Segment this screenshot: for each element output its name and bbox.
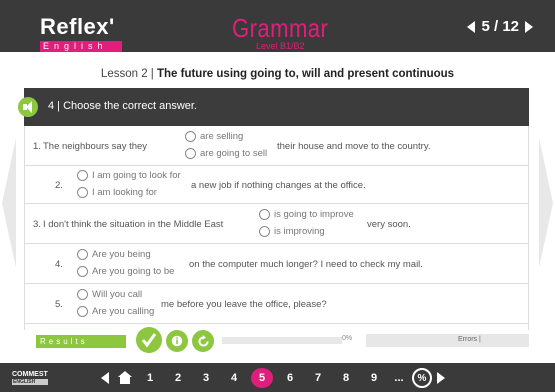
- section-title: Grammar: [232, 13, 329, 43]
- question-text-after: a new job if nothing changes at the offi…: [191, 180, 366, 191]
- page-button-active[interactable]: 5: [251, 368, 273, 388]
- check-icon: [141, 333, 157, 348]
- page-button[interactable]: 3: [192, 372, 220, 384]
- option-label: Will you call: [92, 289, 143, 300]
- results-label: Results: [36, 335, 126, 348]
- option-label: is going to improve: [274, 209, 354, 220]
- progress-bar: [222, 337, 342, 344]
- question-text-after: their house and move to the country.: [277, 141, 431, 152]
- left-arrow-icon: [101, 372, 109, 384]
- info-icon: [171, 335, 183, 347]
- progress-percent: 0%: [342, 335, 353, 342]
- question-number: 4.: [55, 259, 63, 270]
- answer-option[interactable]: Are you being: [77, 249, 151, 260]
- question-row: 2. I am going to look for I am looking f…: [25, 166, 528, 204]
- lesson-prefix: Lesson 2 |: [100, 68, 157, 80]
- percent-icon[interactable]: %: [412, 368, 432, 388]
- answer-option[interactable]: Will you call: [77, 289, 142, 300]
- radio-button[interactable]: [77, 249, 88, 260]
- option-label: Are you being: [92, 249, 151, 260]
- more-pages[interactable]: ...: [388, 372, 410, 384]
- option-label: are selling: [200, 131, 244, 142]
- errors-box: [366, 334, 529, 347]
- previous-exercise-arrow-icon[interactable]: [2, 138, 16, 268]
- previous-page-arrow-icon[interactable]: [467, 20, 476, 33]
- question-number: 2.: [55, 180, 63, 191]
- refresh-icon: [197, 334, 209, 347]
- app-logo-subtitle: English: [40, 41, 122, 52]
- footer-logo-bottom: ENGLISH: [12, 379, 48, 385]
- answer-option[interactable]: Are you calling: [77, 306, 154, 317]
- option-label: Are you calling: [92, 306, 155, 317]
- radio-button[interactable]: [77, 306, 88, 317]
- option-label: are going to sell: [200, 148, 268, 159]
- question-number: 1.: [33, 141, 41, 152]
- page-button[interactable]: 2: [164, 372, 192, 384]
- answer-option[interactable]: Are you going to be: [77, 266, 174, 277]
- exercise-panel: 4 | Choose the correct answer. 1. The ne…: [18, 88, 529, 330]
- option-label: I am looking for: [92, 187, 157, 198]
- radio-button[interactable]: [185, 148, 196, 159]
- radio-button[interactable]: [185, 131, 196, 142]
- radio-button[interactable]: [77, 289, 88, 300]
- home-icon[interactable]: [114, 368, 136, 388]
- answer-option[interactable]: are selling: [185, 131, 243, 142]
- next-page-arrow-icon[interactable]: [525, 20, 533, 33]
- option-label: I am going to look for: [92, 170, 181, 181]
- page-counter: 5 / 12: [481, 18, 519, 35]
- radio-button[interactable]: [77, 187, 88, 198]
- exercise-header: 4 | Choose the correct answer.: [18, 88, 529, 126]
- page-button[interactable]: 4: [220, 372, 248, 384]
- question-row: 4. Are you being Are you going to be on …: [25, 244, 528, 284]
- level-label: Level B1/B2: [256, 41, 305, 51]
- exercise-instruction: 4 | Choose the correct answer.: [48, 100, 197, 112]
- question-row: 5. Will you call Are you calling me befo…: [25, 284, 528, 324]
- header-bar: Reflex' English Grammar Level B1/B2 5 / …: [0, 0, 555, 52]
- next-exercise-arrow-icon[interactable]: [539, 138, 553, 268]
- page-button[interactable]: 7: [304, 372, 332, 384]
- exercise-pagination: 1 2 3 4 5 6 7 8 9 ... %: [96, 368, 450, 388]
- nav-previous-button[interactable]: [96, 372, 114, 384]
- speaker-icon[interactable]: [18, 97, 38, 117]
- nav-next-button[interactable]: [432, 372, 450, 384]
- answer-option[interactable]: is going to improve: [259, 209, 354, 220]
- right-arrow-icon: [437, 372, 445, 384]
- question-text-after: me before you leave the office, please?: [161, 299, 327, 310]
- radio-button[interactable]: [77, 170, 88, 181]
- radio-button[interactable]: [259, 209, 270, 220]
- errors-label: Errors |: [458, 336, 481, 343]
- answer-option[interactable]: I am going to look for: [77, 170, 181, 181]
- answer-option[interactable]: I am looking for: [77, 187, 157, 198]
- question-text-before: I don't think the situation in the Middl…: [43, 219, 224, 230]
- question-row: 1. The neighbours say they are selling a…: [25, 126, 528, 166]
- page-button[interactable]: 9: [360, 372, 388, 384]
- footer-nav: COMMEST ENGLISH 1 2 3 4 5 6 7 8 9 ... %: [0, 363, 555, 392]
- question-text-before: The neighbours say they: [43, 141, 148, 152]
- option-label: is improving: [274, 226, 325, 237]
- app-logo: Reflex': [40, 14, 115, 39]
- answer-option[interactable]: are going to sell: [185, 148, 267, 159]
- reset-button[interactable]: [192, 330, 214, 352]
- page-indicator: 5 / 12: [467, 18, 533, 35]
- results-bar: Results 0% Errors |: [36, 327, 529, 353]
- option-label: Are you going to be: [92, 266, 175, 277]
- question-number: 3.: [33, 219, 41, 230]
- question-row: 3. I don't think the situation in the Mi…: [25, 204, 528, 244]
- lesson-topic: The future using going to, will and pres…: [156, 68, 455, 80]
- radio-button[interactable]: [77, 266, 88, 277]
- question-text-after: on the computer much longer? I need to c…: [189, 259, 423, 270]
- footer-logo: COMMEST ENGLISH: [12, 371, 48, 385]
- page-button[interactable]: 6: [276, 372, 304, 384]
- answer-option[interactable]: is improving: [259, 226, 325, 237]
- question-text-after: very soon.: [367, 219, 411, 230]
- info-button[interactable]: [166, 330, 188, 352]
- question-number: 5.: [55, 299, 63, 310]
- page-button[interactable]: 1: [136, 372, 164, 384]
- radio-button[interactable]: [259, 226, 270, 237]
- check-answers-button[interactable]: [136, 327, 162, 353]
- page-button[interactable]: 8: [332, 372, 360, 384]
- lesson-title: Lesson 2 | The future using going to, wi…: [0, 68, 555, 80]
- questions-area: 1. The neighbours say they are selling a…: [24, 126, 529, 330]
- footer-logo-top: COMMEST: [12, 371, 48, 378]
